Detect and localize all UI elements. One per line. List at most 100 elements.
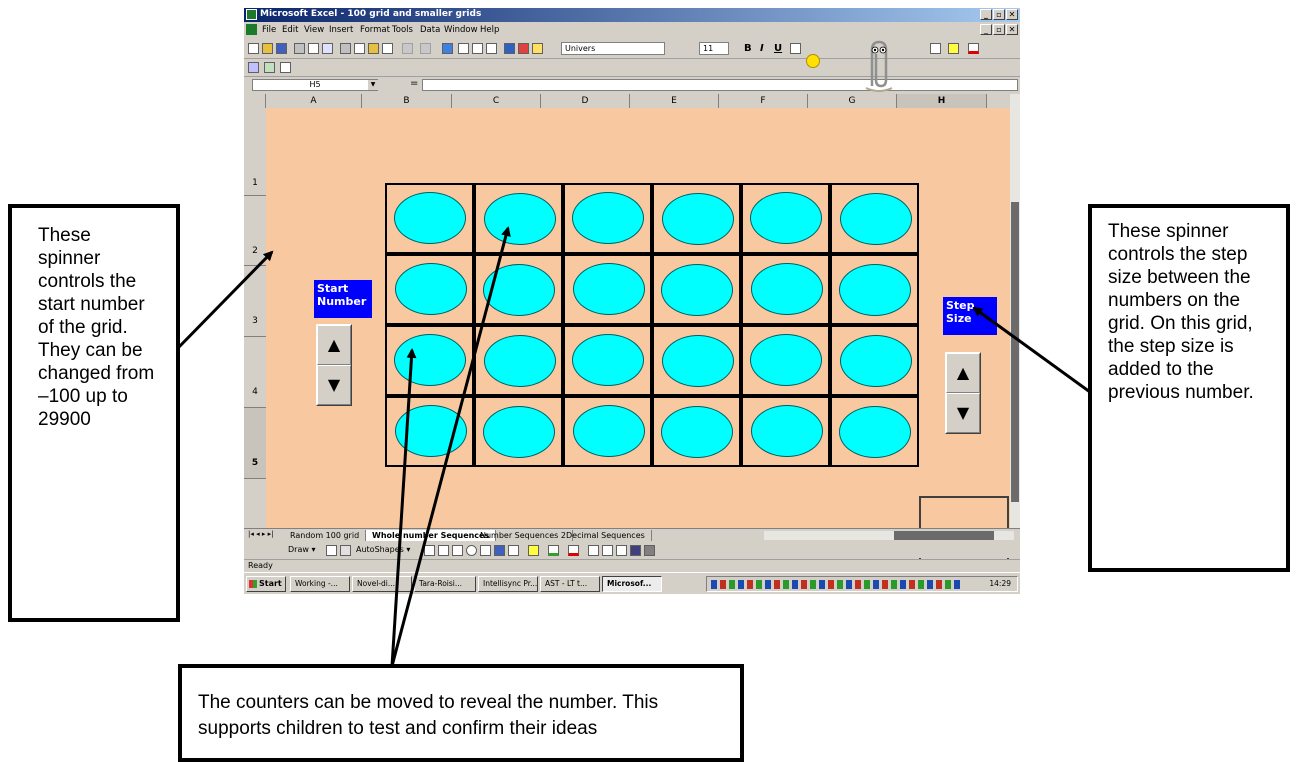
taskbar-button-microsoft-excel[interactable]: Microsof... bbox=[602, 576, 662, 592]
grid-cell[interactable] bbox=[474, 183, 563, 254]
new-icon[interactable] bbox=[248, 43, 259, 54]
doc-close-button[interactable]: ✕ bbox=[1006, 24, 1018, 35]
office-assistant-icon[interactable] bbox=[532, 43, 543, 54]
counter[interactable] bbox=[750, 334, 822, 386]
dash-style-icon[interactable] bbox=[602, 545, 613, 556]
grid-cell[interactable] bbox=[385, 183, 474, 254]
fill-color-icon[interactable] bbox=[948, 43, 959, 54]
sort-ascending-icon[interactable] bbox=[486, 43, 497, 54]
format-painter-icon[interactable] bbox=[382, 43, 393, 54]
horizontal-scrollbar[interactable] bbox=[764, 531, 1014, 540]
start-number-down-button[interactable]: ▼ bbox=[317, 365, 351, 405]
line-color-icon[interactable] bbox=[548, 545, 559, 556]
font-size-select[interactable]: 11 bbox=[699, 42, 729, 55]
hyperlink-icon[interactable] bbox=[442, 43, 453, 54]
taskbar-button-intellisync[interactable]: Intellisync Pr... bbox=[478, 576, 538, 592]
grid-cell[interactable] bbox=[385, 325, 474, 396]
grid-cell[interactable] bbox=[563, 396, 652, 467]
column-header-f[interactable]: F bbox=[719, 94, 808, 108]
start-button[interactable]: Start bbox=[246, 576, 286, 592]
grid-cell[interactable] bbox=[830, 325, 919, 396]
name-box[interactable]: H5 bbox=[252, 79, 378, 91]
counter[interactable] bbox=[662, 193, 734, 245]
start-number-up-button[interactable]: ▲ bbox=[317, 325, 351, 365]
tray-icons[interactable] bbox=[711, 580, 961, 589]
counter[interactable] bbox=[572, 192, 644, 244]
grid-cell[interactable] bbox=[474, 254, 563, 325]
counter[interactable] bbox=[573, 263, 645, 315]
counter[interactable] bbox=[840, 335, 912, 387]
formula-input[interactable] bbox=[422, 79, 1018, 91]
counter[interactable] bbox=[394, 334, 466, 386]
counter[interactable] bbox=[572, 334, 644, 386]
taskbar-button-tara[interactable]: Tara-Roisi... bbox=[414, 576, 476, 592]
vertical-scroll-thumb[interactable] bbox=[1011, 202, 1019, 502]
paperclip-assistant-icon[interactable] bbox=[864, 36, 894, 94]
counter[interactable] bbox=[483, 264, 555, 316]
select-objects-icon[interactable] bbox=[326, 545, 337, 556]
free-rotate-icon[interactable] bbox=[340, 545, 351, 556]
line-style-icon[interactable] bbox=[588, 545, 599, 556]
restore-button[interactable]: ▫ bbox=[993, 9, 1005, 20]
grid-cell[interactable] bbox=[652, 183, 741, 254]
counter[interactable] bbox=[839, 406, 911, 458]
grid-cell[interactable] bbox=[563, 325, 652, 396]
menu-data[interactable]: Data bbox=[420, 25, 440, 35]
rectangle-icon[interactable] bbox=[452, 545, 463, 556]
row-header-3[interactable]: 3 bbox=[244, 266, 266, 337]
underline-button[interactable]: U bbox=[774, 43, 782, 54]
grid-cell[interactable] bbox=[652, 254, 741, 325]
bold-button[interactable]: B bbox=[744, 43, 752, 54]
redo-icon[interactable] bbox=[420, 43, 431, 54]
counter[interactable] bbox=[662, 335, 734, 387]
grid-cell[interactable] bbox=[474, 396, 563, 467]
print-preview-icon[interactable] bbox=[308, 43, 319, 54]
menu-edit[interactable]: Edit bbox=[282, 25, 298, 35]
wordart-icon[interactable] bbox=[494, 545, 505, 556]
counter[interactable] bbox=[484, 335, 556, 387]
undo-icon[interactable] bbox=[402, 43, 413, 54]
tab-random-100-grid[interactable]: Random 100 grid bbox=[284, 530, 367, 541]
lightbulb-icon[interactable] bbox=[806, 54, 820, 68]
taskbar-button-ast[interactable]: AST - LT t... bbox=[540, 576, 600, 592]
menu-insert[interactable]: Insert bbox=[329, 25, 353, 35]
menu-view[interactable]: View bbox=[304, 25, 324, 35]
draw-fill-color-icon[interactable] bbox=[528, 545, 539, 556]
line-icon[interactable] bbox=[424, 545, 435, 556]
counter[interactable] bbox=[573, 405, 645, 457]
copy-icon[interactable] bbox=[354, 43, 365, 54]
taskbar-button-novel[interactable]: Novel-di... bbox=[352, 576, 412, 592]
counter[interactable] bbox=[661, 264, 733, 316]
column-header-e[interactable]: E bbox=[630, 94, 719, 108]
row-header-2[interactable]: 2 bbox=[244, 196, 266, 266]
toolbar-misc-icon-1[interactable] bbox=[248, 62, 259, 73]
column-header-b[interactable]: B bbox=[362, 94, 452, 108]
close-button[interactable]: ✕ bbox=[1006, 9, 1018, 20]
column-header-c[interactable]: C bbox=[452, 94, 541, 108]
3d-icon[interactable] bbox=[644, 545, 655, 556]
counter[interactable] bbox=[840, 193, 912, 245]
row-header-4[interactable]: 4 bbox=[244, 337, 266, 408]
grid-cell[interactable] bbox=[385, 254, 474, 325]
row-header-1[interactable]: 1 bbox=[244, 108, 266, 196]
grid-cell[interactable] bbox=[830, 396, 919, 467]
clip-art-icon[interactable] bbox=[508, 545, 519, 556]
print-icon[interactable] bbox=[294, 43, 305, 54]
grid-cell[interactable] bbox=[830, 183, 919, 254]
shadow-icon[interactable] bbox=[630, 545, 641, 556]
taskbar-button-working[interactable]: Working -... bbox=[290, 576, 350, 592]
tab-navigation-arrows[interactable]: |◂ ◂ ▸ ▸| bbox=[248, 530, 273, 538]
cut-icon[interactable] bbox=[340, 43, 351, 54]
counter[interactable] bbox=[750, 192, 822, 244]
counter[interactable] bbox=[751, 405, 823, 457]
arrow-icon[interactable] bbox=[438, 545, 449, 556]
menu-file[interactable]: File bbox=[262, 25, 276, 35]
oval-icon[interactable] bbox=[466, 545, 477, 556]
toolbar-misc-icon-3[interactable] bbox=[280, 62, 291, 73]
tab-decimal-sequences[interactable]: Decimal Sequences bbox=[560, 530, 652, 541]
counter[interactable] bbox=[483, 406, 555, 458]
spelling-icon[interactable] bbox=[322, 43, 333, 54]
borders-icon[interactable] bbox=[930, 43, 941, 54]
column-header-h[interactable]: H bbox=[897, 94, 987, 108]
drawing-icon[interactable] bbox=[518, 43, 529, 54]
